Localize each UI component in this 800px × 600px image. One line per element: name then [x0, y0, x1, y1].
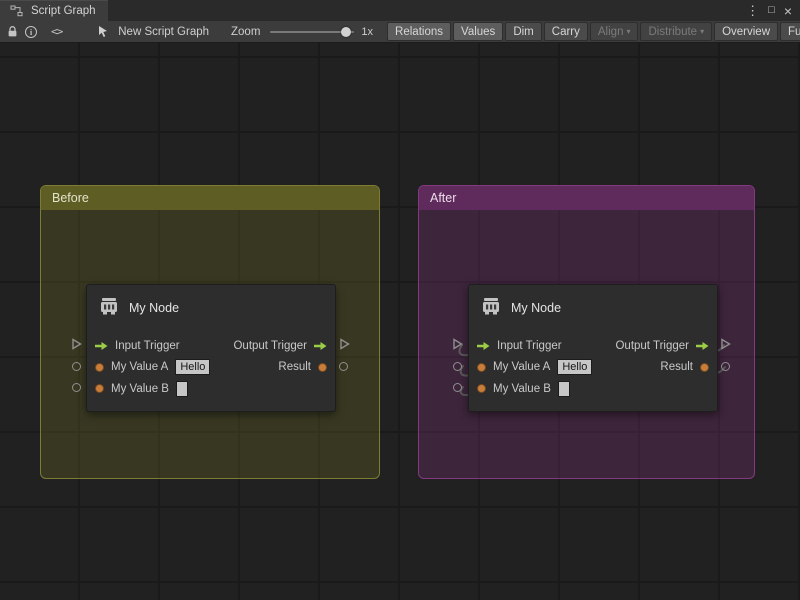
- dim-button[interactable]: Dim: [505, 22, 541, 41]
- script-graph-window: Script Graph ⋮ □ × i <> New Script Graph…: [0, 0, 800, 600]
- value-a-port[interactable]: My Value A Hello: [477, 359, 592, 375]
- graph-canvas[interactable]: Before My Node Input Trigger: [0, 43, 800, 600]
- tab-title: Script Graph: [31, 5, 96, 17]
- trigger-in-icon[interactable]: [477, 341, 490, 351]
- node-icon: [480, 295, 502, 322]
- group-before[interactable]: Before My Node Input Trigger: [40, 185, 380, 479]
- result-port[interactable]: Result: [278, 361, 327, 373]
- my-node-after[interactable]: My Node Input Trigger Output Trigger: [468, 284, 718, 412]
- node-body: Input Trigger Output Trigger My Value A …: [469, 331, 717, 400]
- graph-value-b-port[interactable]: [453, 383, 462, 392]
- node-body: Input Trigger Output Trigger My Value A …: [87, 331, 335, 400]
- graph-result-port[interactable]: [339, 362, 348, 371]
- graph-input-trigger-port[interactable]: [452, 338, 463, 350]
- node-header: My Node: [87, 285, 335, 331]
- node-title: My Node: [129, 301, 179, 315]
- value-b-input[interactable]: [176, 381, 188, 397]
- group-after-header[interactable]: After: [419, 186, 754, 210]
- value-b-port[interactable]: My Value B: [95, 381, 188, 397]
- value-b-port[interactable]: My Value B: [477, 381, 570, 397]
- graph-value-a-port[interactable]: [72, 362, 81, 371]
- code-view-icon[interactable]: <>: [51, 23, 62, 41]
- close-icon[interactable]: ×: [784, 4, 792, 18]
- value-port-icon[interactable]: [318, 363, 327, 372]
- group-after-title: After: [430, 191, 456, 205]
- value-b-input[interactable]: [558, 381, 570, 397]
- input-trigger-port[interactable]: Input Trigger: [477, 340, 562, 352]
- chevron-down-icon: ▾: [626, 28, 630, 36]
- align-button[interactable]: Align▾: [590, 22, 639, 41]
- group-after[interactable]: After My Node: [418, 185, 755, 479]
- graph-value-a-port[interactable]: [453, 362, 462, 371]
- node-icon: [98, 295, 120, 322]
- tab-script-graph[interactable]: Script Graph: [0, 0, 108, 21]
- value-a-port[interactable]: My Value A Hello: [95, 359, 210, 375]
- graph-name-label: New Script Graph: [118, 26, 209, 38]
- value-a-input[interactable]: Hello: [557, 359, 592, 375]
- result-port[interactable]: Result: [660, 361, 709, 373]
- graph-value-b-port[interactable]: [72, 383, 81, 392]
- toolbar-buttons: Relations Values Dim Carry Align▾ Distri…: [387, 22, 800, 41]
- info-icon[interactable]: i: [25, 23, 37, 41]
- tab-bar: Script Graph ⋮ □ ×: [0, 0, 800, 21]
- values-button[interactable]: Values: [453, 22, 503, 41]
- zoom-value: 1x: [361, 26, 373, 38]
- value-port-icon[interactable]: [95, 363, 104, 372]
- trigger-out-icon[interactable]: [314, 341, 327, 351]
- carry-button[interactable]: Carry: [544, 22, 588, 41]
- zoom-control: Zoom 1x: [231, 26, 373, 38]
- overview-button[interactable]: Overview: [714, 22, 778, 41]
- zoom-handle[interactable]: [341, 27, 351, 37]
- distribute-button[interactable]: Distribute▾: [640, 22, 712, 41]
- graph-result-port[interactable]: [721, 362, 730, 371]
- group-before-title: Before: [52, 191, 89, 205]
- graph-name-button[interactable]: New Script Graph: [94, 23, 209, 41]
- graph-output-trigger-port[interactable]: [720, 338, 731, 350]
- output-trigger-port[interactable]: Output Trigger: [233, 340, 327, 352]
- node-title: My Node: [511, 301, 561, 315]
- trigger-out-icon[interactable]: [696, 341, 709, 351]
- window-menu-icon[interactable]: ⋮: [746, 4, 759, 17]
- graph-output-trigger-port[interactable]: [339, 338, 350, 350]
- value-port-icon[interactable]: [477, 363, 486, 372]
- zoom-slider[interactable]: [270, 31, 354, 33]
- group-before-header[interactable]: Before: [41, 186, 379, 210]
- value-port-icon[interactable]: [477, 384, 486, 393]
- graph-input-trigger-port[interactable]: [71, 338, 82, 350]
- value-port-icon[interactable]: [95, 384, 104, 393]
- graph-toolbar: i <> New Script Graph Zoom 1x Relations …: [0, 21, 800, 43]
- script-graph-icon: [7, 2, 25, 20]
- relations-button[interactable]: Relations: [387, 22, 451, 41]
- chevron-down-icon: ▾: [700, 28, 704, 36]
- zoom-label: Zoom: [231, 26, 260, 38]
- maximize-icon[interactable]: □: [768, 5, 775, 16]
- cursor-icon: [94, 23, 112, 41]
- full-screen-button[interactable]: Full Screen: [780, 22, 800, 41]
- node-header: My Node: [469, 285, 717, 331]
- trigger-in-icon[interactable]: [95, 341, 108, 351]
- my-node-before[interactable]: My Node Input Trigger Output Trigger: [86, 284, 336, 412]
- input-trigger-port[interactable]: Input Trigger: [95, 340, 180, 352]
- output-trigger-port[interactable]: Output Trigger: [615, 340, 709, 352]
- lock-icon[interactable]: [6, 23, 19, 41]
- window-controls: ⋮ □ ×: [746, 0, 800, 21]
- value-port-icon[interactable]: [700, 363, 709, 372]
- value-a-input[interactable]: Hello: [175, 359, 210, 375]
